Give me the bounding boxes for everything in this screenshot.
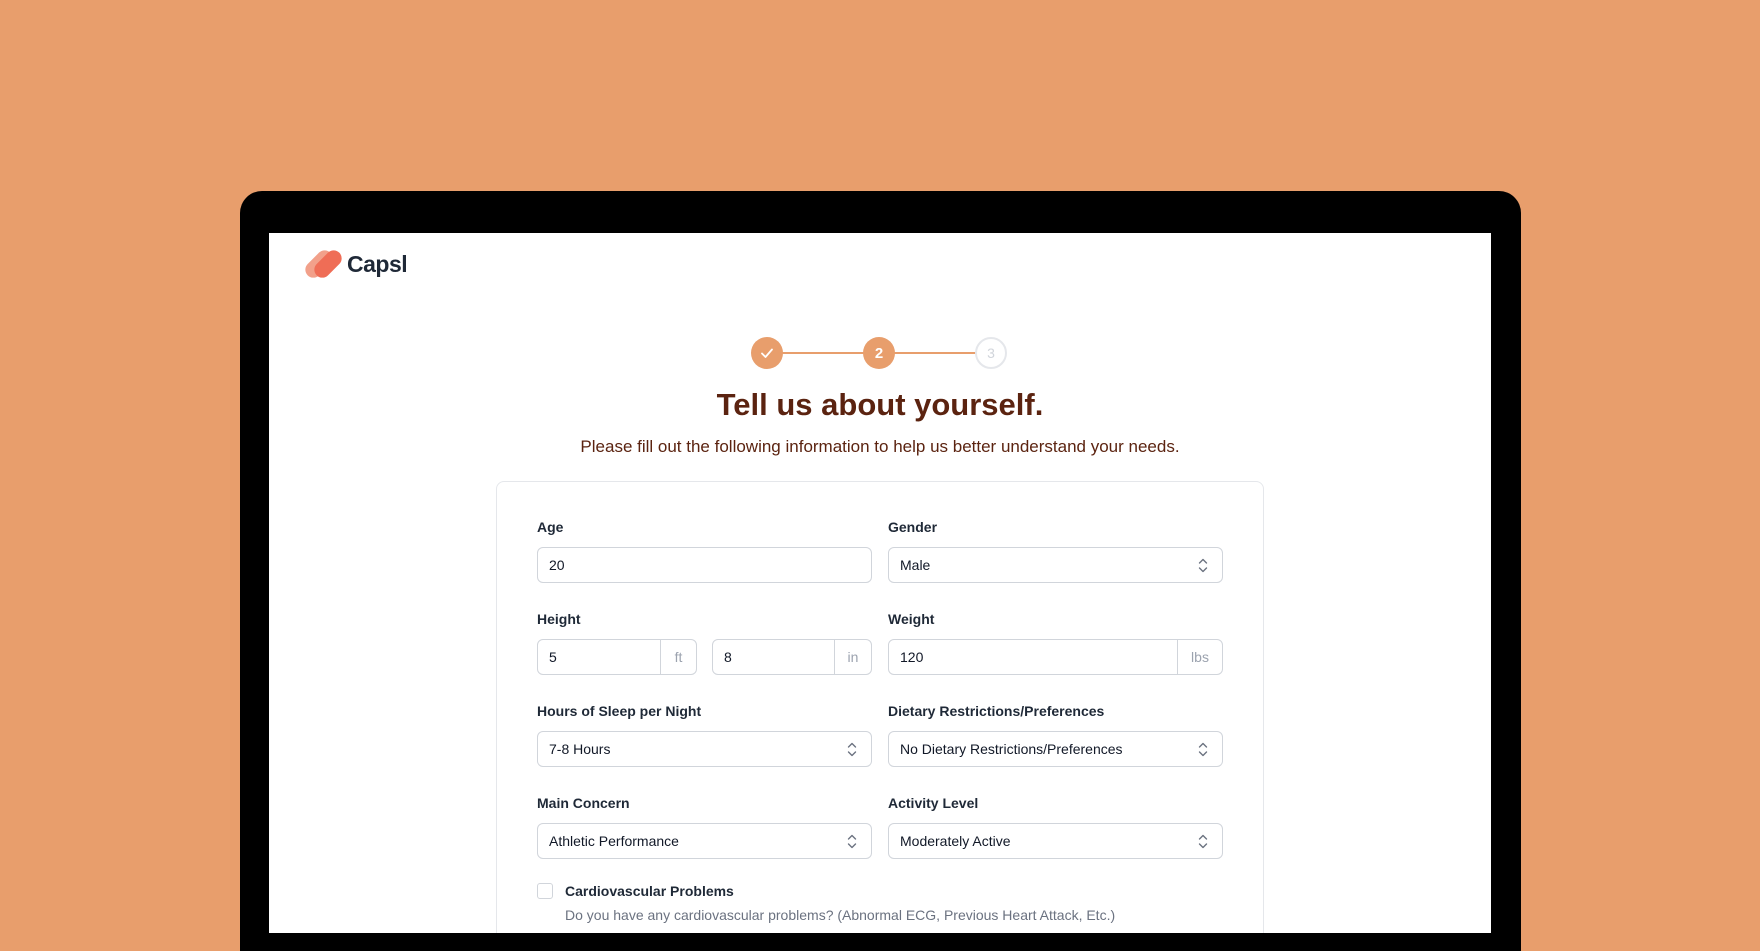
- weight-field: Weight 120 lbs: [888, 610, 1223, 675]
- height-inches-value: 8: [724, 649, 732, 665]
- weight-input[interactable]: 120 lbs: [888, 639, 1223, 675]
- chevron-up-down-icon: [1198, 833, 1208, 849]
- cardiovascular-text: Cardiovascular Problems Do you have any …: [565, 882, 1115, 924]
- chevron-up-down-icon: [1198, 557, 1208, 573]
- activity-value: Moderately Active: [900, 833, 1011, 849]
- step-1-completed: [751, 337, 783, 369]
- step-connector: [893, 352, 977, 354]
- activity-select[interactable]: Moderately Active: [888, 823, 1223, 859]
- activity-label: Activity Level: [888, 795, 979, 811]
- feet-unit: ft: [660, 640, 696, 674]
- sleep-field: Hours of Sleep per Night 7-8 Hours: [537, 702, 872, 767]
- age-input[interactable]: 20: [537, 547, 872, 583]
- diet-select[interactable]: No Dietary Restrictions/Preferences: [888, 731, 1223, 767]
- gender-select[interactable]: Male: [888, 547, 1223, 583]
- weight-label: Weight: [888, 611, 935, 627]
- height-label: Height: [537, 611, 581, 627]
- sleep-select[interactable]: 7-8 Hours: [537, 731, 872, 767]
- app-screen: Capsl 2 3 Tell us about yourself. Please…: [269, 233, 1491, 933]
- sleep-label: Hours of Sleep per Night: [537, 703, 702, 719]
- page-title: Tell us about yourself.: [716, 387, 1044, 422]
- weight-unit: lbs: [1177, 640, 1222, 674]
- diet-field: Dietary Restrictions/Preferences No Diet…: [888, 702, 1223, 767]
- gender-label: Gender: [888, 519, 938, 535]
- weight-value: 120: [900, 649, 924, 665]
- inches-unit: in: [834, 640, 871, 674]
- cardiovascular-label[interactable]: Cardiovascular Problems: [565, 882, 1115, 900]
- profile-form-card: Age 20 Gender Male Height 5 ft 8 in Weig…: [496, 481, 1264, 933]
- cardiovascular-option: Cardiovascular Problems Do you have any …: [537, 882, 1115, 924]
- brand-logo[interactable]: Capsl: [302, 247, 408, 281]
- height-field: Height 5 ft 8 in: [537, 610, 872, 675]
- step-connector: [781, 352, 865, 354]
- cardiovascular-description: Do you have any cardiovascular problems?…: [565, 907, 1116, 923]
- chevron-up-down-icon: [847, 833, 857, 849]
- concern-label: Main Concern: [537, 795, 630, 811]
- height-feet-input[interactable]: 5 ft: [537, 639, 697, 675]
- progress-stepper: 2 3: [751, 337, 1011, 369]
- chevron-up-down-icon: [847, 741, 857, 757]
- concern-select[interactable]: Athletic Performance: [537, 823, 872, 859]
- age-label: Age: [537, 519, 564, 535]
- age-field: Age 20: [537, 518, 872, 583]
- gender-value: Male: [900, 557, 931, 573]
- activity-field: Activity Level Moderately Active: [888, 794, 1223, 859]
- gender-field: Gender Male: [888, 518, 1223, 583]
- diet-value: No Dietary Restrictions/Preferences: [900, 741, 1123, 757]
- check-icon: [761, 348, 773, 358]
- concern-value: Athletic Performance: [549, 833, 679, 849]
- age-value: 20: [549, 557, 565, 573]
- sleep-value: 7-8 Hours: [549, 741, 611, 757]
- chevron-up-down-icon: [1198, 741, 1208, 757]
- diet-label: Dietary Restrictions/Preferences: [888, 703, 1105, 719]
- brand-name: Capsl: [347, 250, 408, 277]
- cardiovascular-checkbox[interactable]: [537, 883, 553, 899]
- capsule-logo-icon: [302, 247, 345, 281]
- step-3-upcoming: 3: [975, 337, 1007, 369]
- height-feet-value: 5: [549, 649, 557, 665]
- page-subtitle: Please fill out the following informatio…: [580, 437, 1180, 456]
- concern-field: Main Concern Athletic Performance: [537, 794, 872, 859]
- height-inches-input[interactable]: 8 in: [712, 639, 872, 675]
- step-2-current: 2: [863, 337, 895, 369]
